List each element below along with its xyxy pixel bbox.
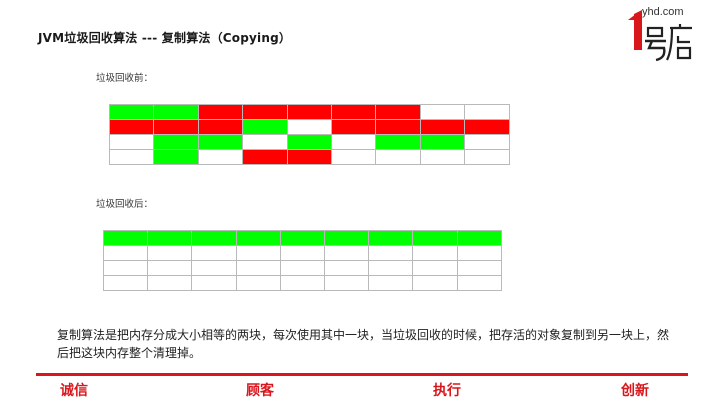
memory-cell	[420, 120, 466, 135]
memory-cell	[369, 246, 414, 261]
memory-cell	[198, 105, 244, 120]
footer-word-execution: 执行	[433, 383, 461, 399]
memory-cell	[236, 231, 281, 246]
memory-cell	[154, 120, 199, 135]
memory-cell	[104, 276, 149, 291]
memory-cell	[287, 105, 332, 120]
memory-cell	[457, 231, 502, 246]
memory-cell	[369, 276, 414, 291]
memory-cell	[104, 261, 149, 276]
memory-cell	[324, 276, 370, 291]
memory-cell	[192, 246, 237, 261]
memory-cell	[331, 150, 377, 165]
memory-cell	[243, 105, 288, 120]
memory-grid-after	[103, 230, 502, 291]
footer-word-innovation: 创新	[621, 383, 649, 399]
memory-cell	[198, 135, 244, 150]
memory-cell	[324, 246, 370, 261]
memory-cell	[420, 150, 466, 165]
memory-cell	[198, 150, 244, 165]
footer-word-customer: 顾客	[246, 383, 274, 399]
memory-cell	[324, 261, 370, 276]
memory-cell	[287, 150, 332, 165]
memory-cell	[148, 276, 193, 291]
memory-cell	[280, 231, 325, 246]
memory-cell	[236, 246, 281, 261]
description-text: 复制算法是把内存分成大小相等的两块，每次使用其中一块，当垃圾回收的时候，把存活的…	[57, 328, 670, 360]
memory-cell	[457, 261, 502, 276]
memory-cell	[413, 261, 458, 276]
memory-cell	[198, 120, 244, 135]
memory-cell	[287, 135, 332, 150]
memory-cell	[154, 105, 199, 120]
memory-cell	[465, 105, 510, 120]
memory-cell	[413, 231, 458, 246]
memory-cell	[324, 231, 370, 246]
memory-cell	[465, 150, 510, 165]
memory-cell	[110, 135, 155, 150]
memory-cell	[243, 120, 288, 135]
memory-grid-before	[109, 104, 510, 165]
memory-cell	[280, 276, 325, 291]
memory-cell	[413, 276, 458, 291]
memory-cell	[457, 246, 502, 261]
footer-divider	[36, 373, 688, 376]
memory-cell	[104, 231, 149, 246]
memory-cell	[331, 120, 377, 135]
memory-cell	[110, 150, 155, 165]
memory-cell	[148, 246, 193, 261]
footer-word-integrity: 诚信	[60, 383, 88, 399]
memory-cell	[376, 120, 421, 135]
memory-cell	[331, 135, 377, 150]
memory-cell	[369, 231, 414, 246]
memory-cell	[331, 105, 377, 120]
memory-cell	[376, 150, 421, 165]
memory-cell	[457, 276, 502, 291]
memory-cell	[192, 276, 237, 291]
memory-cell	[243, 135, 288, 150]
memory-cell	[280, 246, 325, 261]
memory-cell	[369, 261, 414, 276]
before-label: 垃圾回收前：	[96, 73, 154, 84]
memory-cell	[376, 105, 421, 120]
memory-cell	[148, 231, 193, 246]
memory-cell	[236, 276, 281, 291]
memory-cell	[154, 135, 199, 150]
memory-cell	[104, 246, 149, 261]
memory-cell	[154, 150, 199, 165]
memory-cell	[236, 261, 281, 276]
memory-cell	[148, 261, 193, 276]
memory-cell	[376, 135, 421, 150]
memory-cell	[110, 120, 155, 135]
memory-cell	[192, 231, 237, 246]
memory-cell	[413, 246, 458, 261]
after-label: 垃圾回收后：	[96, 199, 154, 210]
memory-cell	[280, 261, 325, 276]
memory-cell	[465, 135, 510, 150]
memory-cell	[420, 105, 466, 120]
memory-cell	[465, 120, 510, 135]
memory-cell	[420, 135, 466, 150]
memory-cell	[192, 261, 237, 276]
logo-url: yhd.com	[642, 6, 684, 18]
memory-cell	[243, 150, 288, 165]
slide-title: JVM垃圾回收算法 --- 复制算法（Copying）	[38, 31, 292, 45]
memory-cell	[110, 105, 155, 120]
memory-cell	[287, 120, 332, 135]
